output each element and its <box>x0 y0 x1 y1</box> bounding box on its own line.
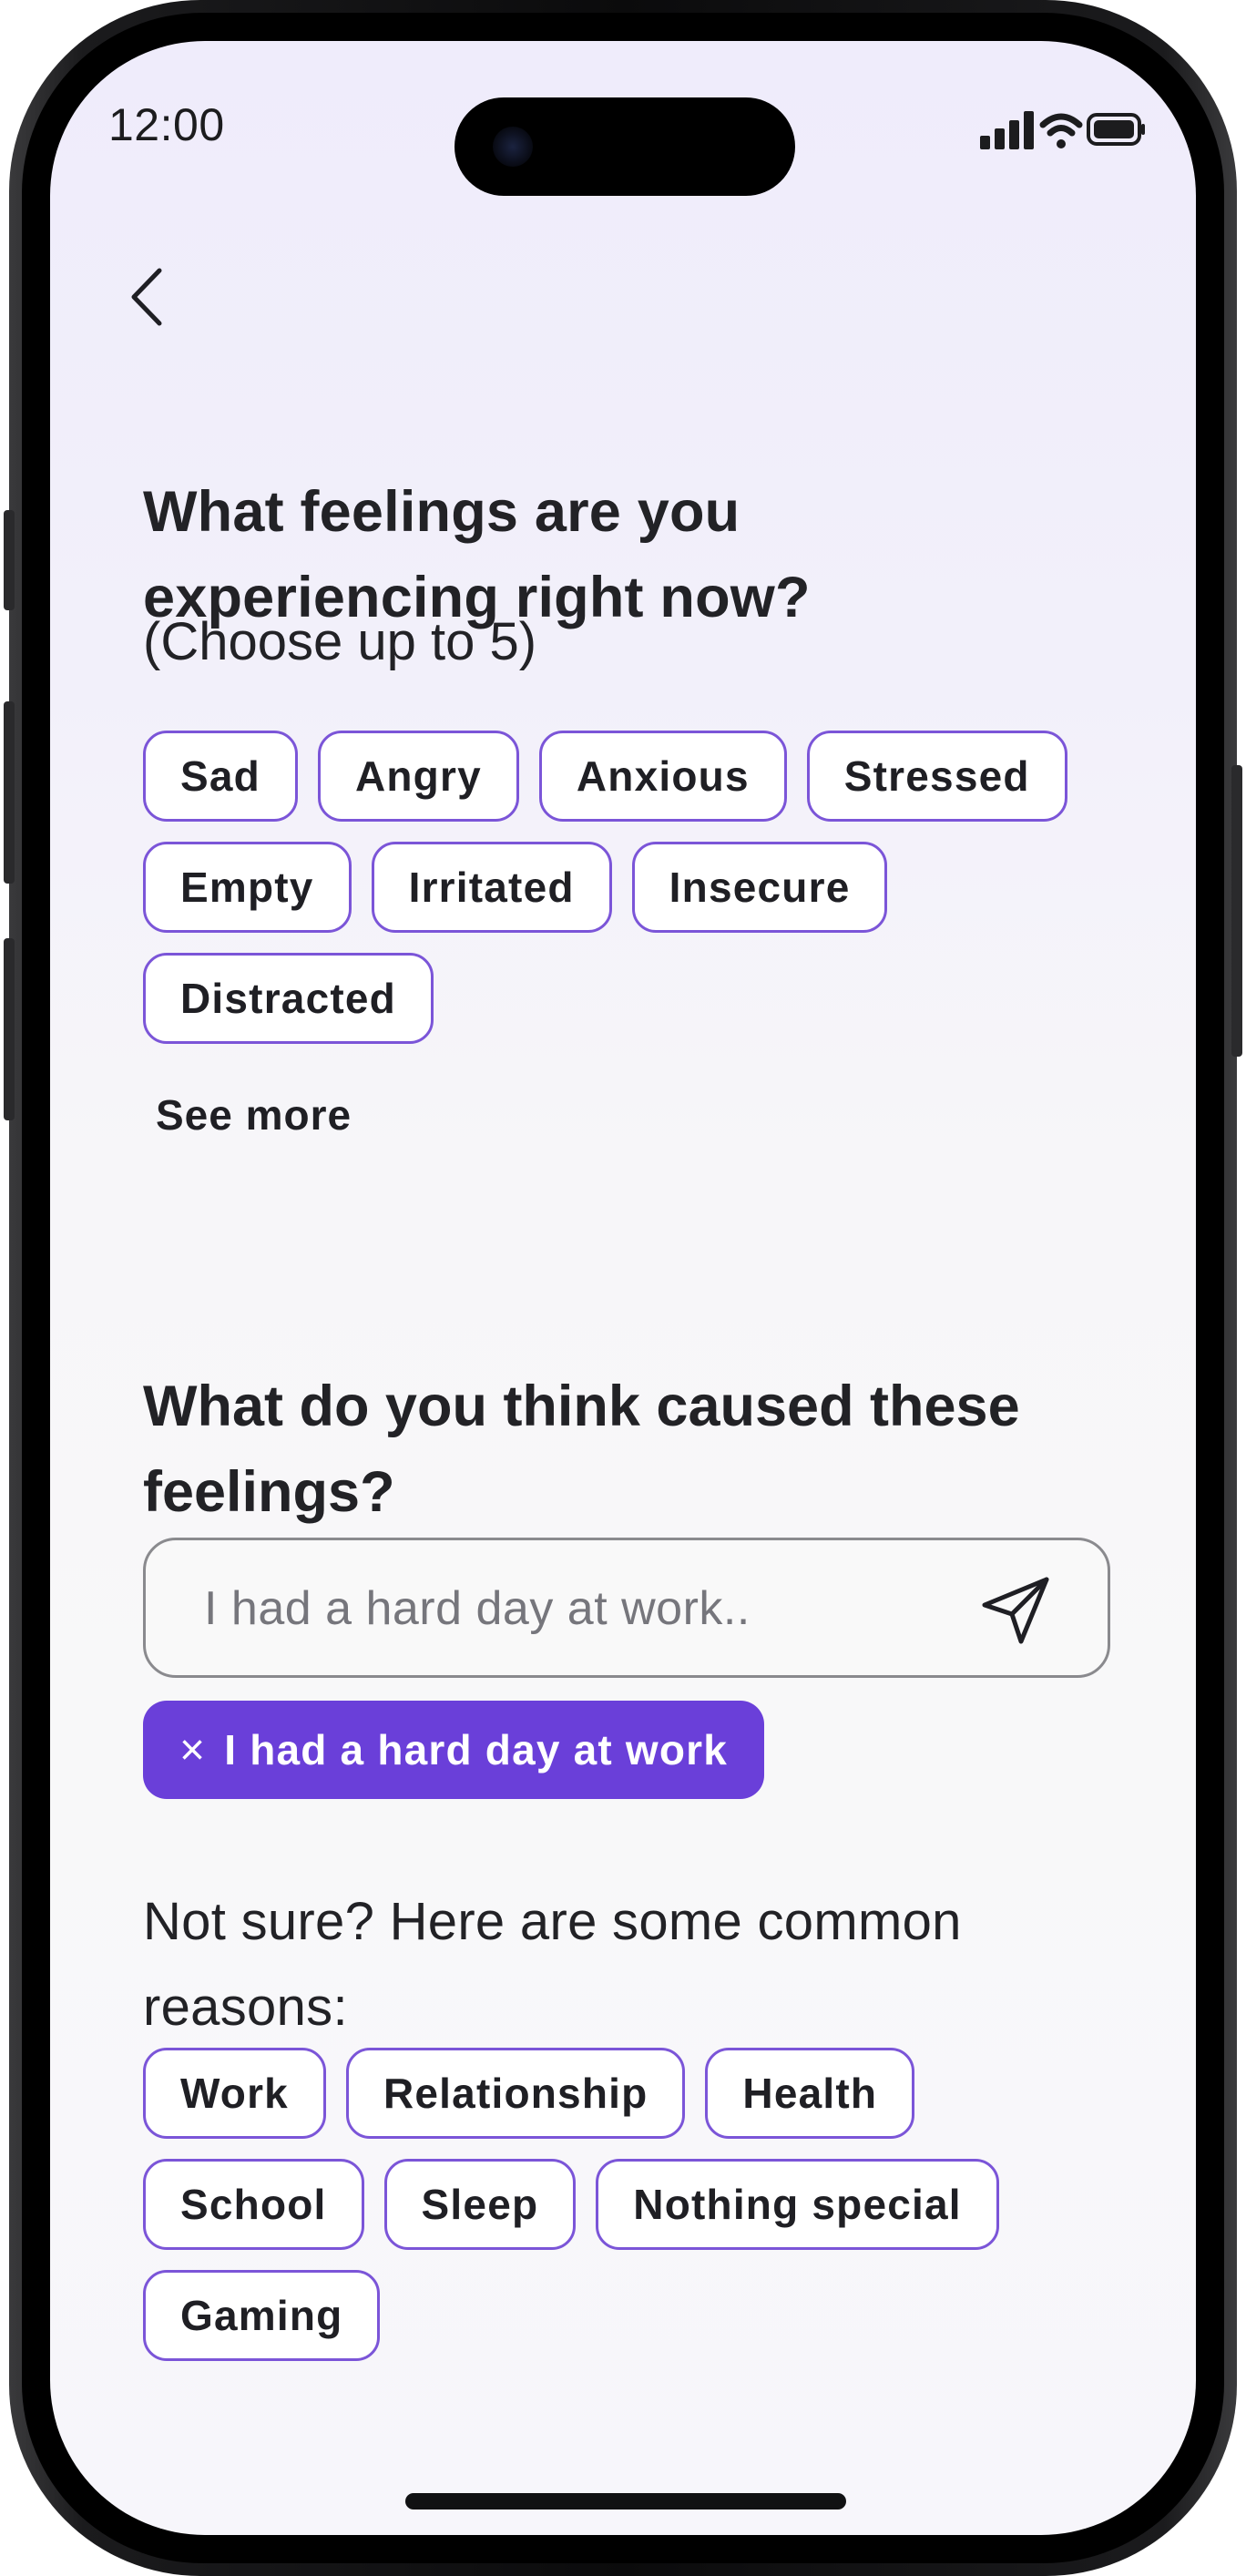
volume-up-button <box>4 701 15 884</box>
reason-chip-health[interactable]: Health <box>705 2048 915 2139</box>
feeling-chip-insecure[interactable]: Insecure <box>631 842 888 933</box>
reason-chip-nothing-special[interactable]: Nothing special <box>596 2159 999 2250</box>
feelings-chip-group: Sad Angry Anxious Stressed Empty Irritat… <box>143 731 1145 1044</box>
send-icon <box>982 1577 1049 1644</box>
feelings-choice-limit: (Choose up to 5) <box>143 612 537 671</box>
app-screen: 12:00 What feelings are you experiencing… <box>50 41 1196 2535</box>
front-camera <box>493 127 533 167</box>
reason-chip-school[interactable]: School <box>143 2159 364 2250</box>
selected-cause-label: I had a hard day at work <box>224 1726 729 1774</box>
common-reasons-heading: Not sure? Here are some common reasons: <box>143 1892 962 2037</box>
feeling-chip-sad[interactable]: Sad <box>143 731 298 822</box>
cause-input-container <box>143 1538 1110 1678</box>
remove-cause-icon[interactable]: × <box>179 1725 206 1775</box>
feeling-chip-empty[interactable]: Empty <box>143 842 352 933</box>
reason-chip-gaming[interactable]: Gaming <box>143 2270 381 2361</box>
chevron-left-icon <box>131 268 162 326</box>
reasons-chip-group: Work Relationship Health School Sleep No… <box>143 2048 1145 2361</box>
wifi-icon <box>1039 113 1083 148</box>
see-more-link[interactable]: See more <box>156 1090 352 1140</box>
cause-question: What do you think caused these feelings? <box>143 1375 1020 1524</box>
reason-chip-relationship[interactable]: Relationship <box>345 2048 686 2139</box>
feeling-chip-distracted[interactable]: Distracted <box>143 953 434 1044</box>
feeling-chip-angry[interactable]: Angry <box>317 731 519 822</box>
volume-down-button <box>4 938 15 1120</box>
dynamic-island <box>454 97 795 196</box>
status-time: 12:00 <box>108 99 225 150</box>
power-button <box>1231 765 1242 1057</box>
feeling-chip-irritated[interactable]: Irritated <box>371 842 612 933</box>
cause-input[interactable] <box>202 1577 949 1641</box>
home-indicator[interactable] <box>405 2493 846 2510</box>
reason-chip-work[interactable]: Work <box>143 2048 326 2139</box>
reason-chip-sleep[interactable]: Sleep <box>383 2159 577 2250</box>
status-icons <box>926 107 1145 152</box>
send-button[interactable] <box>976 1571 1055 1650</box>
feeling-chip-stressed[interactable]: Stressed <box>806 731 1067 822</box>
battery-icon <box>1087 113 1145 146</box>
back-button[interactable] <box>114 256 178 338</box>
cellular-signal-icon <box>980 111 1034 149</box>
selected-cause-chip[interactable]: × I had a hard day at work <box>143 1701 765 1799</box>
feeling-chip-anxious[interactable]: Anxious <box>538 731 787 822</box>
action-button <box>4 510 15 610</box>
